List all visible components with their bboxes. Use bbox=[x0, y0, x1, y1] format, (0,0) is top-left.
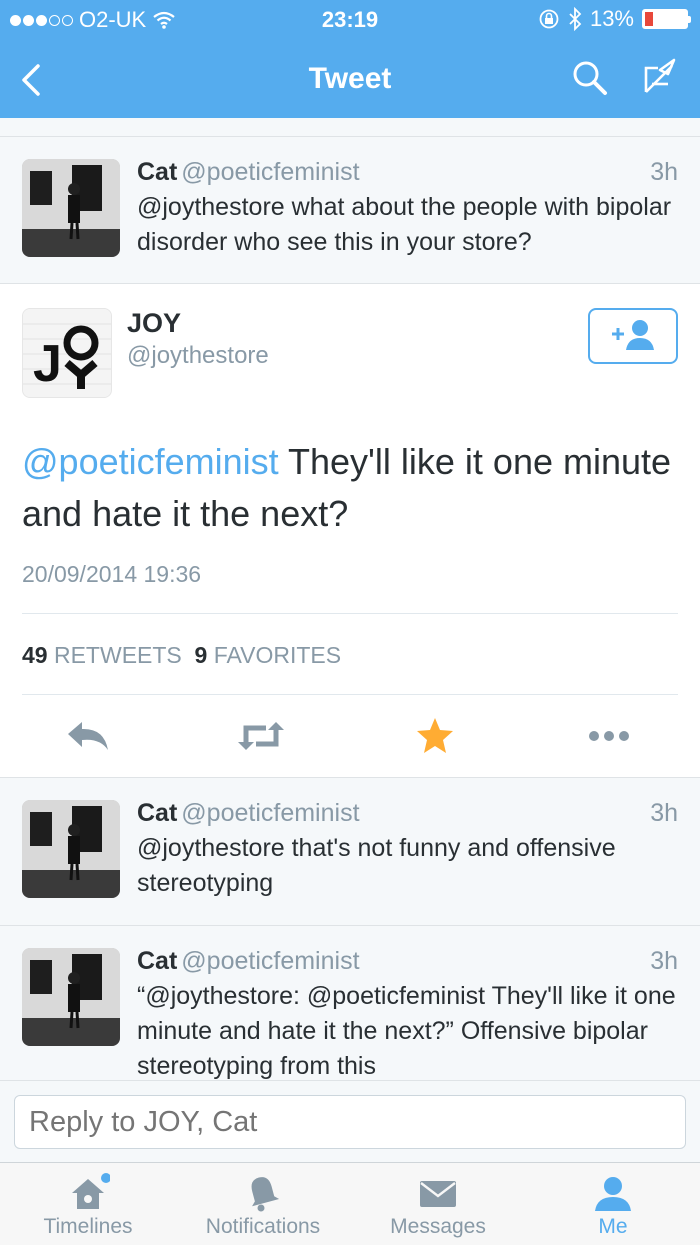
tweet-stats: 49 RETWEETS 9 FAVORITES bbox=[22, 642, 341, 669]
rotation-lock-icon bbox=[539, 9, 559, 29]
reply-bar bbox=[0, 1080, 700, 1162]
retweets-count[interactable]: 49 bbox=[22, 642, 48, 668]
tweet-text: @joythestore that's not funny and offens… bbox=[137, 834, 616, 897]
bluetooth-icon bbox=[569, 7, 582, 31]
divider bbox=[22, 613, 678, 614]
bell-icon bbox=[251, 1177, 280, 1212]
retweets-label[interactable]: RETWEETS bbox=[54, 642, 182, 668]
author-name[interactable]: Cat bbox=[137, 158, 177, 186]
author-name[interactable]: Cat bbox=[137, 799, 177, 827]
app-header: O2-UK 23:19 13% Tweet bbox=[0, 0, 700, 118]
favorites-count[interactable]: 9 bbox=[195, 642, 208, 668]
tweet-time: 3h bbox=[650, 947, 678, 975]
avatar[interactable]: J bbox=[22, 308, 112, 398]
tab-notifications[interactable]: Notifications bbox=[183, 1163, 343, 1245]
search-icon[interactable] bbox=[568, 56, 612, 100]
author-name[interactable]: JOY bbox=[127, 308, 181, 339]
favorites-label[interactable]: FAVORITES bbox=[214, 642, 341, 668]
tweet-time: 3h bbox=[650, 799, 678, 827]
tweet-text: @joythestore what about the people with … bbox=[137, 193, 672, 256]
tweet-actions bbox=[0, 716, 700, 756]
avatar[interactable] bbox=[22, 800, 120, 898]
favorite-star-icon[interactable] bbox=[410, 716, 460, 756]
tweet-text: @poeticfeminist They'll like it one minu… bbox=[22, 436, 678, 540]
compose-tweet-icon[interactable] bbox=[638, 56, 682, 100]
battery-icon bbox=[642, 9, 691, 29]
more-options-icon[interactable] bbox=[584, 716, 634, 756]
tab-timelines[interactable]: Timelines bbox=[8, 1163, 168, 1245]
mention-link[interactable]: @poeticfeminist bbox=[22, 441, 279, 482]
tab-label: Timelines bbox=[43, 1215, 133, 1238]
avatar[interactable] bbox=[22, 159, 120, 257]
envelope-icon bbox=[420, 1181, 456, 1207]
author-handle[interactable]: @joythestore bbox=[127, 342, 269, 370]
avatar[interactable] bbox=[22, 948, 120, 1046]
author-name[interactable]: Cat bbox=[137, 947, 177, 975]
main-tweet: J JOY @joythestore @poeticfeminist They'… bbox=[0, 284, 700, 778]
profile-icon bbox=[595, 1177, 631, 1211]
svg-text:J: J bbox=[33, 335, 62, 393]
tweet-reply-card[interactable]: Cat @poeticfeminist 3h “@joythestore: @po… bbox=[0, 926, 700, 1080]
home-icon bbox=[72, 1173, 110, 1209]
tab-label: Messages bbox=[390, 1215, 486, 1238]
tab-messages[interactable]: Messages bbox=[358, 1163, 518, 1245]
author-handle[interactable]: @poeticfeminist bbox=[181, 947, 359, 975]
retweet-icon[interactable] bbox=[236, 716, 286, 756]
tweet-date: 20/09/2014 19:36 bbox=[22, 561, 202, 587]
tab-bar: Timelines Notifications Messages Me bbox=[0, 1162, 700, 1245]
reply-icon[interactable] bbox=[64, 716, 114, 756]
author-handle[interactable]: @poeticfeminist bbox=[181, 158, 359, 186]
tweet-reply-card[interactable]: Cat @poeticfeminist 3h @joythestore that'… bbox=[0, 778, 700, 926]
tweet-text: “@joythestore: @poeticfeminist They'll l… bbox=[137, 982, 676, 1080]
tweet-reply-card[interactable]: Cat @poeticfeminist 3h @joythestore what … bbox=[0, 136, 700, 284]
author-handle[interactable]: @poeticfeminist bbox=[181, 799, 359, 827]
follow-button[interactable] bbox=[588, 308, 678, 364]
tab-label: Me bbox=[598, 1215, 628, 1238]
tweet-time: 3h bbox=[650, 158, 678, 186]
reply-input[interactable] bbox=[14, 1095, 686, 1149]
divider bbox=[22, 694, 678, 695]
add-user-icon bbox=[612, 320, 654, 350]
tab-me[interactable]: Me bbox=[533, 1163, 693, 1245]
tab-label: Notifications bbox=[205, 1215, 321, 1238]
battery-percent: 13% bbox=[589, 6, 634, 31]
status-bar: O2-UK 23:19 13% bbox=[0, 0, 700, 40]
